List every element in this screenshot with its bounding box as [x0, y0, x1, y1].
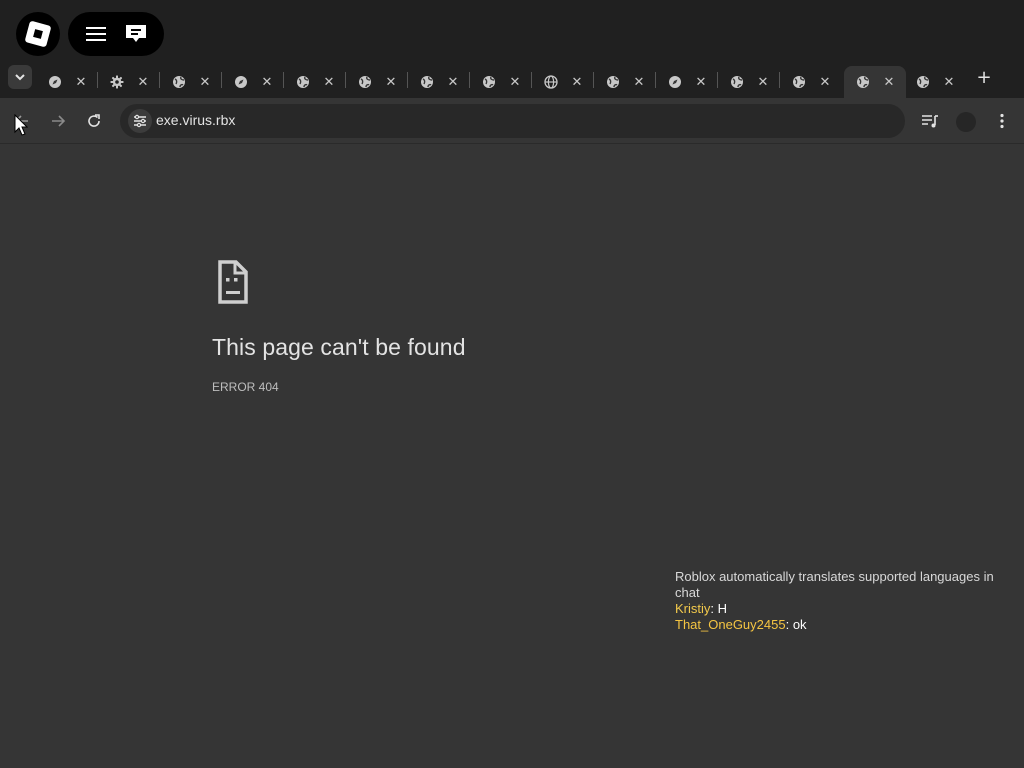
roblox-top-bar — [0, 0, 1024, 62]
tab-close-icon[interactable]: ✕ — [634, 76, 645, 89]
tab-close-icon[interactable]: ✕ — [696, 76, 707, 89]
tab-separator — [345, 72, 346, 88]
globe-icon — [606, 75, 620, 89]
compass-icon — [234, 75, 248, 89]
profile-avatar[interactable] — [956, 112, 976, 132]
reload-icon — [88, 114, 100, 127]
tab-close-icon[interactable]: ✕ — [572, 76, 583, 89]
globe-grid-icon — [543, 75, 558, 89]
browser-tab[interactable]: ✕ — [160, 66, 222, 98]
tab-close-icon[interactable]: ✕ — [758, 76, 769, 89]
media-control-button[interactable] — [918, 109, 942, 133]
roblox-logo-icon — [24, 20, 52, 48]
browser-tab[interactable]: ✕ — [844, 66, 906, 98]
globe-icon — [482, 75, 496, 89]
tab-close-icon[interactable]: ✕ — [324, 76, 335, 89]
compass-icon — [668, 75, 682, 89]
browser-tab[interactable]: ✕ — [284, 66, 346, 98]
globe-icon — [856, 75, 870, 89]
site-info-icon[interactable] — [128, 109, 152, 133]
tab-separator — [531, 72, 532, 88]
browser-toolbar: exe.virus.rbx — [0, 98, 1024, 144]
chat-message: That_OneGuy2455: ok — [675, 617, 1005, 633]
mouse-cursor-icon — [14, 114, 28, 136]
chevron-down-icon — [15, 74, 25, 81]
playlist-music-icon — [922, 115, 938, 128]
tab-separator — [655, 72, 656, 88]
tab-close-icon[interactable]: ✕ — [448, 76, 459, 89]
globe-icon — [916, 75, 930, 89]
tab-separator — [221, 72, 222, 88]
hamburger-menu-icon[interactable] — [78, 16, 114, 52]
error-code: ERROR 404 — [212, 380, 279, 394]
reload-button[interactable] — [82, 109, 106, 133]
error-title: This page can't be found — [212, 334, 466, 360]
globe-icon — [730, 75, 744, 89]
chat-panel: Roblox automatically translates supporte… — [675, 569, 1005, 633]
tab-close-icon[interactable]: ✕ — [200, 76, 211, 89]
tab-close-icon[interactable]: ✕ — [944, 76, 955, 89]
chat-text: H — [717, 601, 728, 616]
more-vertical-icon — [1000, 113, 1004, 129]
tab-close-icon[interactable]: ✕ — [262, 76, 273, 89]
tab-separator — [407, 72, 408, 88]
tab-separator — [779, 72, 780, 88]
globe-icon — [792, 75, 806, 89]
globe-icon — [172, 75, 186, 89]
chat-icon[interactable] — [118, 16, 154, 52]
url-text[interactable]: exe.virus.rbx — [156, 112, 235, 128]
chat-separator: : — [785, 617, 793, 632]
browser-tab[interactable]: ✕ — [346, 66, 408, 98]
roblox-menu-button[interactable] — [16, 12, 60, 56]
tab-close-icon[interactable]: ✕ — [386, 76, 397, 89]
browser-tab[interactable]: ✕ — [904, 66, 966, 98]
tab-separator — [593, 72, 594, 88]
compass-icon — [48, 75, 62, 89]
chat-username[interactable]: That_OneGuy2455 — [675, 617, 786, 632]
tab-search-button[interactable] — [8, 65, 32, 89]
globe-icon — [420, 75, 434, 89]
tab-close-icon[interactable]: ✕ — [76, 76, 87, 89]
tab-close-icon[interactable]: ✕ — [510, 76, 521, 89]
address-bar[interactable]: exe.virus.rbx — [120, 104, 905, 138]
browser-tab[interactable]: ✕ — [36, 66, 98, 98]
forward-button[interactable] — [46, 109, 70, 133]
tab-close-icon[interactable]: ✕ — [820, 76, 831, 89]
tab-strip: ✕ ✕ ✕ ✕ ✕ ✕ ✕ ✕ ✕ ✕ ✕ ✕ ✕ ✕ ✕ + — [0, 62, 1024, 98]
tab-separator — [97, 72, 98, 88]
chat-message: Kristiy: H — [675, 601, 1005, 617]
roblox-controls-pill — [68, 12, 164, 56]
globe-icon — [296, 75, 310, 89]
new-tab-button[interactable]: + — [974, 68, 994, 88]
gear-icon — [110, 75, 124, 89]
browser-tab[interactable]: ✕ — [718, 66, 780, 98]
tab-close-icon[interactable]: ✕ — [138, 76, 149, 89]
tab-separator — [159, 72, 160, 88]
tab-separator — [283, 72, 284, 88]
browser-tab[interactable]: ✕ — [594, 66, 656, 98]
chat-text: ok — [792, 617, 807, 632]
tab-close-icon[interactable]: ✕ — [884, 76, 895, 89]
chat-system-message: Roblox automatically translates supporte… — [675, 569, 994, 600]
browser-menu-button[interactable] — [990, 109, 1014, 133]
browser-tab[interactable]: ✕ — [656, 66, 718, 98]
browser-tab[interactable]: ✕ — [408, 66, 470, 98]
tab-separator — [717, 72, 718, 88]
chat-username[interactable]: Kristiy — [675, 601, 710, 616]
browser-tab[interactable]: ✕ — [222, 66, 284, 98]
browser-tab[interactable]: ✕ — [98, 66, 160, 98]
globe-icon — [358, 75, 372, 89]
browser-tab[interactable]: ✕ — [470, 66, 532, 98]
arrow-right-icon — [52, 115, 66, 127]
browser-tab[interactable]: ✕ — [780, 66, 842, 98]
browser-tab[interactable]: ✕ — [532, 66, 594, 98]
sad-document-icon — [218, 260, 248, 304]
chat-separator: : — [710, 601, 718, 616]
tab-separator — [469, 72, 470, 88]
